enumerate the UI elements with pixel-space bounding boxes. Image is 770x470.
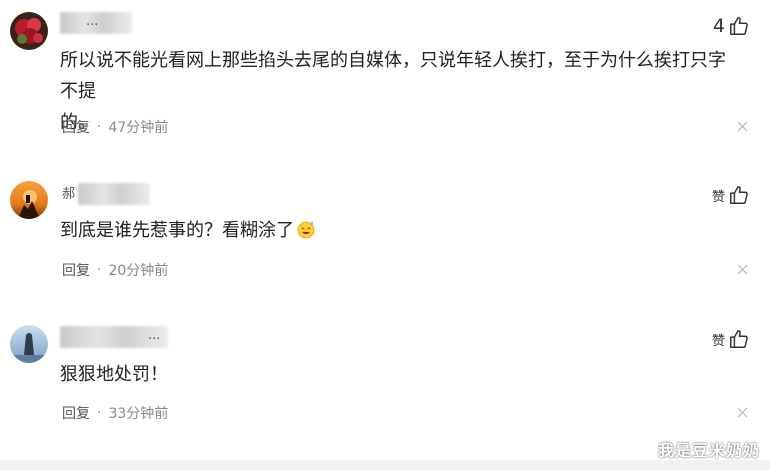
username-fragment: 郝	[62, 187, 76, 202]
watermark: 我是豆米奶奶	[657, 441, 760, 460]
comment-item: 郝 赞 到底是谁先惹事的？看糊涂了 回复 · 20分钟前	[0, 150, 770, 300]
comment-text-line: 所以说不能光看网上那些掐头去尾的自媒体，只说年轻人挨打，至于为什么挨打只字不提	[60, 50, 726, 102]
comment-text: 狠狠地处罚！	[60, 359, 740, 390]
comment-item: ... 4 所以说不能光看网上那些掐头去尾的自媒体，只说年轻人挨打，至于为什么挨…	[0, 0, 770, 150]
thumbs-up-icon	[730, 17, 748, 35]
like-button[interactable]: 4	[713, 15, 750, 37]
comment-text-line: 到底是谁先惹事的？看糊涂了	[60, 220, 294, 241]
like-label: 赞	[711, 189, 725, 205]
thumbs-up-icon	[730, 330, 748, 348]
username-fragment: ...	[148, 328, 161, 343]
thumbs-up-icon	[730, 186, 748, 204]
like-count: 4	[712, 15, 725, 37]
comment-text: 到底是谁先惹事的？看糊涂了	[60, 215, 740, 246]
bottom-divider	[0, 460, 770, 470]
separator: ·	[97, 262, 102, 278]
avatar[interactable]	[10, 325, 48, 363]
reply-button[interactable]: 回复	[62, 260, 90, 280]
close-icon[interactable]	[737, 121, 748, 132]
sweat-smile-emoji-icon	[297, 221, 315, 239]
close-icon[interactable]	[737, 264, 748, 275]
timestamp: 20分钟前	[108, 263, 169, 279]
close-icon[interactable]	[737, 407, 748, 418]
avatar[interactable]	[10, 12, 48, 50]
separator: ·	[97, 405, 102, 421]
comment-text-line: 狠狠地处罚！	[60, 364, 168, 385]
comment-meta: 回复 · 33分钟前	[62, 403, 168, 423]
comment-meta: 回复 · 47分钟前	[62, 117, 168, 137]
like-button[interactable]: 赞	[712, 184, 750, 206]
separator: ·	[97, 119, 102, 135]
like-button[interactable]: 赞	[712, 328, 750, 350]
avatar[interactable]	[10, 181, 48, 219]
comment-item: ... 赞 狠狠地处罚！ 回复 · 33分钟前	[0, 300, 770, 460]
like-label: 赞	[711, 333, 725, 349]
username-blurred[interactable]	[78, 183, 150, 205]
username-fragment: ...	[86, 14, 99, 29]
timestamp: 33分钟前	[108, 406, 169, 422]
comment-meta: 回复 · 20分钟前	[62, 260, 168, 280]
reply-button[interactable]: 回复	[62, 403, 90, 423]
reply-button[interactable]: 回复	[62, 117, 90, 137]
timestamp: 47分钟前	[108, 120, 169, 136]
